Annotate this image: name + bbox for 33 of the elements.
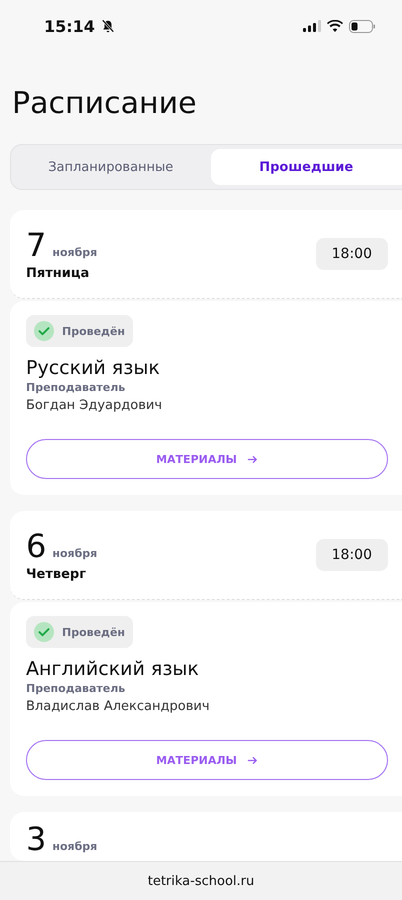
- wifi-icon: [327, 20, 343, 32]
- teacher-caption: Преподаватель: [26, 381, 126, 394]
- address-bar[interactable]: tetrika-school.ru: [0, 861, 402, 900]
- day-number: 3: [26, 822, 46, 856]
- month-label: ноября: [52, 840, 98, 853]
- month-label: ноября: [52, 246, 98, 258]
- time-chip: 18:00: [316, 238, 388, 270]
- arrow-right-icon: [246, 454, 258, 464]
- teacher-name: Владислав Александрович: [26, 699, 210, 714]
- tab[interactable]: Запланированные: [15, 149, 206, 185]
- subject-title: Русский язык: [26, 357, 160, 379]
- url-text: tetrika-school.ru: [148, 874, 254, 888]
- materials-button[interactable]: МАТЕРИАЛЫ: [26, 740, 388, 780]
- teacher-name: Богдан Эдуардович: [26, 398, 162, 413]
- time-chip: 18:00: [316, 539, 388, 571]
- month-label: ноября: [52, 546, 98, 560]
- signal-icon: [303, 20, 321, 32]
- status-label: Проведён: [62, 324, 126, 338]
- teacher-caption: Преподаватель: [26, 682, 126, 695]
- page-title: Расписание: [12, 85, 198, 123]
- weekday-label: Четверг: [26, 566, 87, 582]
- tab[interactable]: Прошедшие: [210, 149, 402, 185]
- status-time: 15:14: [44, 16, 95, 36]
- materials-button[interactable]: МАТЕРИАЛЫ: [26, 439, 388, 479]
- weekday-label: Пятница: [26, 266, 90, 280]
- status-label: Проведён: [62, 626, 126, 638]
- battery-icon: [349, 20, 376, 32]
- arrow-right-icon: [246, 754, 258, 766]
- check-icon: [34, 622, 54, 642]
- subject-title: Английский язык: [26, 658, 199, 680]
- day-number: 7: [26, 228, 46, 262]
- day-number: 6: [26, 528, 46, 562]
- check-icon: [34, 321, 54, 341]
